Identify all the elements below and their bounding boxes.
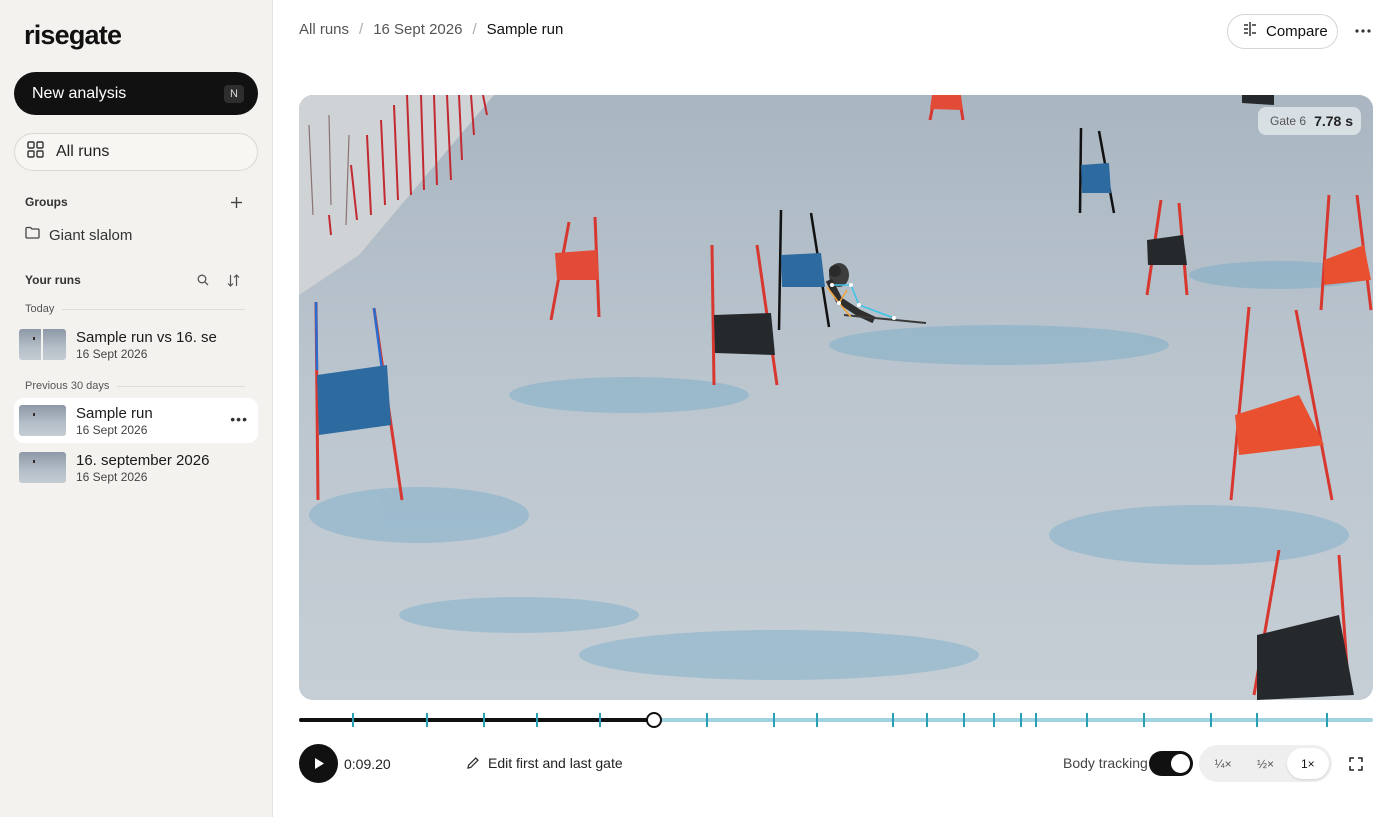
compare-label: Compare xyxy=(1266,23,1328,40)
section-previous-30-days: Previous 30 days xyxy=(25,380,245,392)
gate-time: 7.78 s xyxy=(1314,113,1353,129)
add-group-button[interactable] xyxy=(226,192,246,212)
run-date: 16 Sept 2026 xyxy=(76,422,148,437)
speed-quarter[interactable]: ¼× xyxy=(1202,748,1244,779)
gate-tick[interactable] xyxy=(1086,713,1089,727)
gate-tick[interactable] xyxy=(1325,713,1328,727)
gate-tick[interactable] xyxy=(1256,713,1258,727)
more-options-button[interactable] xyxy=(1352,22,1374,40)
breadcrumb-all-runs[interactable]: All runs xyxy=(299,21,349,38)
edit-gates-button[interactable]: Edit first and last gate xyxy=(466,755,623,771)
group-item-giant-slalom[interactable]: Giant slalom xyxy=(14,222,258,248)
play-button[interactable] xyxy=(299,744,338,783)
gate-tick[interactable] xyxy=(706,713,709,727)
gate-tick[interactable] xyxy=(891,713,894,727)
gate-tick[interactable] xyxy=(815,713,818,727)
run-date: 16 Sept 2026 xyxy=(76,346,148,361)
gate-tick[interactable] xyxy=(536,713,539,727)
gate-tick[interactable] xyxy=(1209,713,1212,727)
run-item[interactable]: 16. september 2026 16 Sept 2026 xyxy=(14,445,258,490)
fullscreen-button[interactable] xyxy=(1345,753,1367,775)
compare-icon xyxy=(1242,21,1258,42)
gate-tick[interactable] xyxy=(1019,713,1022,727)
plus-icon xyxy=(230,196,242,208)
search-icon xyxy=(197,274,209,286)
gate-tick[interactable] xyxy=(1034,713,1037,727)
run-title: 16. september 2026 xyxy=(76,451,210,469)
section-today: Today xyxy=(25,303,245,315)
run-item-selected[interactable]: Sample run 16 Sept 2026 ••• xyxy=(14,398,258,443)
video-player[interactable]: Gate 6 7.78 s xyxy=(299,95,1373,700)
sidebar: risegate New analysis N All runs Groups … xyxy=(0,0,273,817)
search-runs-button[interactable] xyxy=(193,270,213,290)
all-runs-button[interactable]: All runs xyxy=(14,133,258,171)
scrub-handle[interactable] xyxy=(646,712,663,728)
speed-half[interactable]: ½× xyxy=(1244,748,1286,779)
edit-gates-label: Edit first and last gate xyxy=(488,755,623,771)
play-icon xyxy=(314,758,324,769)
playback-speed-group: ¼× ½× 1× xyxy=(1199,745,1332,782)
grid-icon xyxy=(27,141,44,163)
gate-tick[interactable] xyxy=(992,713,995,727)
gate-tick[interactable] xyxy=(425,713,428,727)
sort-icon xyxy=(227,273,239,287)
group-label: Giant slalom xyxy=(49,226,133,244)
gate-split-badge: Gate 6 7.78 s xyxy=(1258,107,1361,135)
more-horizontal-icon xyxy=(1355,29,1371,33)
new-analysis-label: New analysis xyxy=(32,84,127,102)
your-runs-heading: Your runs xyxy=(25,273,81,287)
fullscreen-icon xyxy=(1349,757,1363,771)
gate-tick[interactable] xyxy=(772,713,775,727)
sort-runs-button[interactable] xyxy=(223,270,243,290)
speed-normal[interactable]: 1× xyxy=(1286,748,1329,779)
breadcrumb-current: Sample run xyxy=(486,21,564,38)
run-thumbnail xyxy=(19,329,66,360)
folder-icon xyxy=(25,226,40,244)
new-analysis-button[interactable]: New analysis N xyxy=(14,72,258,115)
body-tracking-label: Body tracking xyxy=(1063,755,1148,771)
gate-tick[interactable] xyxy=(482,713,485,727)
body-tracking-toggle[interactable] xyxy=(1149,751,1193,776)
run-item[interactable]: Sample run vs 16. se 16 Sept 2026 xyxy=(14,322,258,367)
run-thumbnail xyxy=(19,452,66,483)
shortcut-badge: N xyxy=(224,84,244,103)
more-options-icon[interactable]: ••• xyxy=(230,411,248,427)
app-logo[interactable]: risegate xyxy=(24,20,122,51)
breadcrumb-separator: / xyxy=(359,21,364,38)
section-previous-label: Previous 30 days xyxy=(25,380,110,392)
groups-heading: Groups xyxy=(25,195,68,209)
pencil-icon xyxy=(467,757,479,769)
breadcrumb: All runs / 16 Sept 2026 / Sample run xyxy=(299,21,563,38)
run-title: Sample run xyxy=(76,404,153,422)
all-runs-label: All runs xyxy=(56,143,110,160)
toggle-knob xyxy=(1171,754,1190,773)
video-frame xyxy=(299,95,1373,700)
current-time: 0:09.20 xyxy=(344,756,391,772)
gate-tick[interactable] xyxy=(351,713,354,727)
run-thumbnail xyxy=(19,405,66,436)
run-date: 16 Sept 2026 xyxy=(76,469,148,484)
gate-tick[interactable] xyxy=(598,713,601,727)
section-today-label: Today xyxy=(25,303,55,315)
gate-label: Gate 6 xyxy=(1270,114,1307,128)
gate-tick[interactable] xyxy=(926,713,929,727)
compare-button[interactable]: Compare xyxy=(1227,14,1338,49)
gate-tick[interactable] xyxy=(962,713,965,727)
timeline-scrubber[interactable] xyxy=(299,712,1373,728)
gate-tick[interactable] xyxy=(1143,713,1146,727)
run-title: Sample run vs 16. se xyxy=(76,328,217,346)
breadcrumb-date[interactable]: 16 Sept 2026 xyxy=(373,21,462,38)
breadcrumb-separator: / xyxy=(472,21,477,38)
